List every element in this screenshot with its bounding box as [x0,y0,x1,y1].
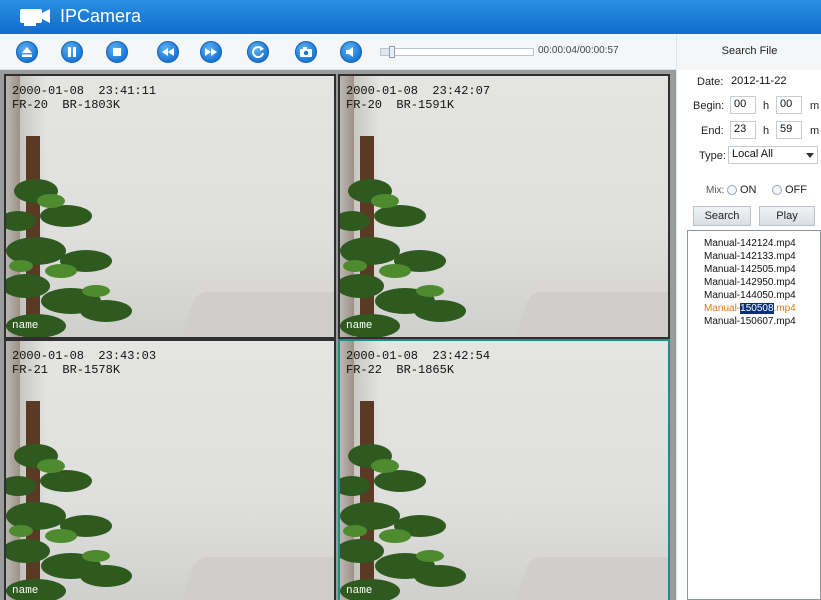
end-minute-field[interactable]: 59 [776,121,802,139]
mix-off-radio[interactable] [772,185,782,195]
tile-camera-name: name [12,320,39,332]
tile-timestamp: 2000-01-08 23:43:03 [12,349,157,363]
fast-forward-icon [205,48,217,56]
file-item[interactable]: Manual-150607.mp4 [704,316,796,327]
end-minute-unit: m [810,125,820,137]
app-title: IPCamera [60,6,142,26]
date-field[interactable]: 2012-11-22 [727,73,810,91]
eject-button[interactable] [16,41,38,63]
file-item[interactable]: Manual-142133.mp4 [704,251,796,262]
mix-on-radio[interactable] [727,185,737,195]
tile-timestamp: 2000-01-08 23:41:11 [12,84,157,98]
begin-label: Begin: [693,100,725,112]
file-item[interactable]: Manual-142124.mp4 [704,238,796,249]
mix-on-label: ON [740,184,757,196]
search-panel: Date: 2012-11-22 Begin: 00 h 00 m End: 2… [676,70,821,600]
begin-minute-field[interactable]: 00 [776,96,802,114]
file-list[interactable]: Manual-142124.mp4 Manual-142133.mp4 Manu… [687,230,821,600]
plant-image [340,179,466,337]
volume-button[interactable] [340,41,362,63]
end-hour-field[interactable]: 23 [730,121,756,139]
sofa [175,557,334,600]
play-button[interactable]: Play [759,206,815,226]
stop-button[interactable] [106,41,128,63]
snapshot-icon [300,47,312,57]
tile-timestamp: 2000-01-08 23:42:54 [346,349,491,363]
plant-image [340,444,466,600]
pause-icon [68,47,76,57]
rewind-icon [162,48,174,56]
end-hour-unit: h [763,125,770,137]
begin-hour-unit: h [763,100,770,112]
video-tile-1[interactable]: 2000-01-08 23:41:11 FR-20 BR-1803K name [4,74,336,339]
file-item-selected[interactable]: Manual-150508.mp4 [704,303,796,314]
playback-toolbar: 00:00:04/00:00:57 [0,34,676,70]
video-grid: 2000-01-08 23:41:11 FR-20 BR-1803K name [0,70,676,600]
mix-label: Mix: [706,185,725,196]
end-label: End: [701,125,724,137]
tile-stream-info: FR-21 BR-1578K [12,363,121,377]
mix-off-label: OFF [785,184,807,196]
video-tile-4[interactable]: 2000-01-08 23:42:54 FR-22 BR-1865K name [338,339,670,600]
video-tile-3[interactable]: 2000-01-08 23:43:03 FR-21 BR-1578K name [4,339,336,600]
snapshot-button[interactable] [295,41,317,63]
sofa [509,557,668,600]
plant-image [6,444,132,600]
pause-button[interactable] [61,41,83,63]
tile-camera-name: name [346,585,373,597]
file-name-highlight: 150508 [740,303,774,314]
date-label: Date: [697,76,724,88]
fast-forward-button[interactable] [200,41,222,63]
type-select-value: Local All [732,148,773,160]
progress-thumb[interactable] [388,46,395,58]
tile-camera-name: name [346,320,373,332]
volume-icon [346,47,353,57]
eject-icon [22,47,32,57]
file-name-prefix: Manual- [704,303,741,314]
search-file-header: Search File [676,34,821,70]
file-item[interactable]: Manual-142950.mp4 [704,277,796,288]
file-item[interactable]: Manual-144050.mp4 [704,290,796,301]
search-file-title: Search File [721,45,778,57]
type-label: Type: [699,150,726,162]
refresh-icon [252,46,264,59]
search-button[interactable]: Search [693,206,751,226]
sofa [509,292,668,337]
rewind-button[interactable] [157,41,179,63]
file-name-suffix: .mp4 [773,303,796,314]
stop-icon [113,48,121,56]
type-select[interactable]: Local All [728,146,818,164]
tile-stream-info: FR-20 BR-1803K [12,98,121,112]
tile-stream-info: FR-20 BR-1591K [346,98,455,112]
plant-image [6,179,132,337]
tile-stream-info: FR-22 BR-1865K [346,363,455,377]
file-item[interactable]: Manual-142505.mp4 [704,264,796,275]
ipcamera-app: IPCamera 00:00:04/00:00:57 Search File 2… [0,0,821,600]
tile-timestamp: 2000-01-08 23:42:07 [346,84,491,98]
playback-time: 00:00:04/00:00:57 [538,45,619,56]
chevron-down-icon [806,153,814,158]
playback-progress-bar[interactable] [380,46,534,58]
begin-hour-field[interactable]: 00 [730,96,756,114]
camera-logo-icon [20,9,50,26]
begin-minute-unit: m [810,100,820,112]
video-tile-2[interactable]: 2000-01-08 23:42:07 FR-20 BR-1591K name [338,74,670,339]
refresh-button[interactable] [247,41,269,63]
sofa [175,292,334,337]
tile-camera-name: name [12,585,39,597]
title-bar: IPCamera [0,0,821,34]
